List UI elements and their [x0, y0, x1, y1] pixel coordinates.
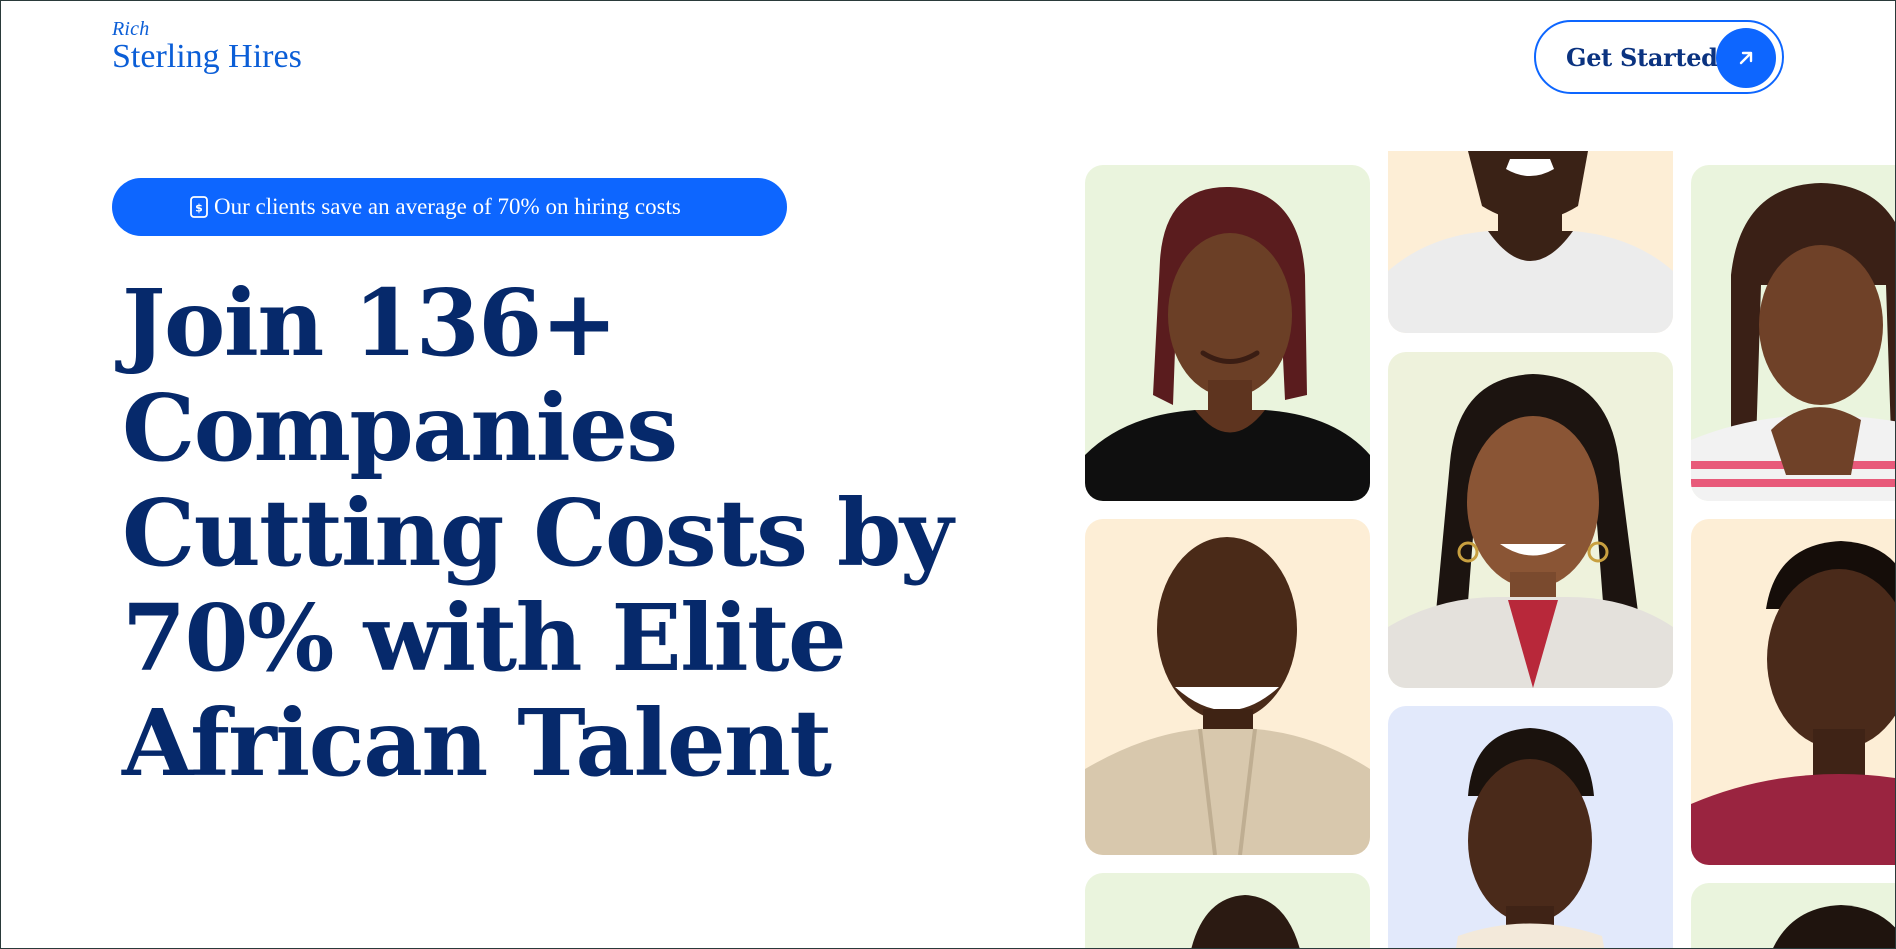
savings-badge: $ Our clients save an average of 70% on … — [112, 178, 787, 236]
portrait-man-red-shirt — [1691, 541, 1895, 865]
portrait-tile — [1085, 165, 1370, 501]
portrait-woman-locs — [1691, 183, 1895, 501]
portrait-smiling-man — [1085, 537, 1370, 855]
portrait-partial — [1773, 905, 1895, 948]
hero-headline: Join 136+ Companies Cutting Costs by 70%… — [122, 269, 953, 797]
portrait-tile — [1388, 706, 1673, 948]
savings-badge-text: Our clients save an average of 70% on hi… — [214, 194, 681, 219]
portrait-tile — [1691, 883, 1895, 948]
portrait-woman-earrings — [1388, 374, 1673, 688]
arrow-up-right-icon — [1716, 28, 1776, 88]
svg-text:$: $ — [195, 202, 203, 215]
portrait-man-turtleneck — [1456, 728, 1605, 948]
portrait-tile — [1085, 873, 1370, 948]
portrait-tile — [1691, 165, 1895, 501]
portrait-tile — [1085, 519, 1370, 855]
dollar-receipt-icon: $ — [189, 195, 209, 223]
portrait-curly-hair — [1191, 895, 1300, 948]
logo-top-line: Rich — [112, 18, 150, 40]
get-started-label: Get Started — [1566, 42, 1718, 72]
landing-page: Rich Sterling Hires Get Started $ Our cl… — [0, 0, 1896, 949]
portrait-man-chin — [1388, 151, 1673, 333]
portrait-tile — [1388, 352, 1673, 688]
logo-name: Sterling Hires — [112, 38, 302, 75]
portrait-tile — [1388, 151, 1673, 333]
get-started-button[interactable]: Get Started — [1534, 20, 1784, 94]
logo[interactable]: Rich Sterling Hires — [112, 19, 302, 75]
portrait-woman-braids — [1085, 186, 1370, 501]
portrait-tile — [1691, 519, 1895, 865]
